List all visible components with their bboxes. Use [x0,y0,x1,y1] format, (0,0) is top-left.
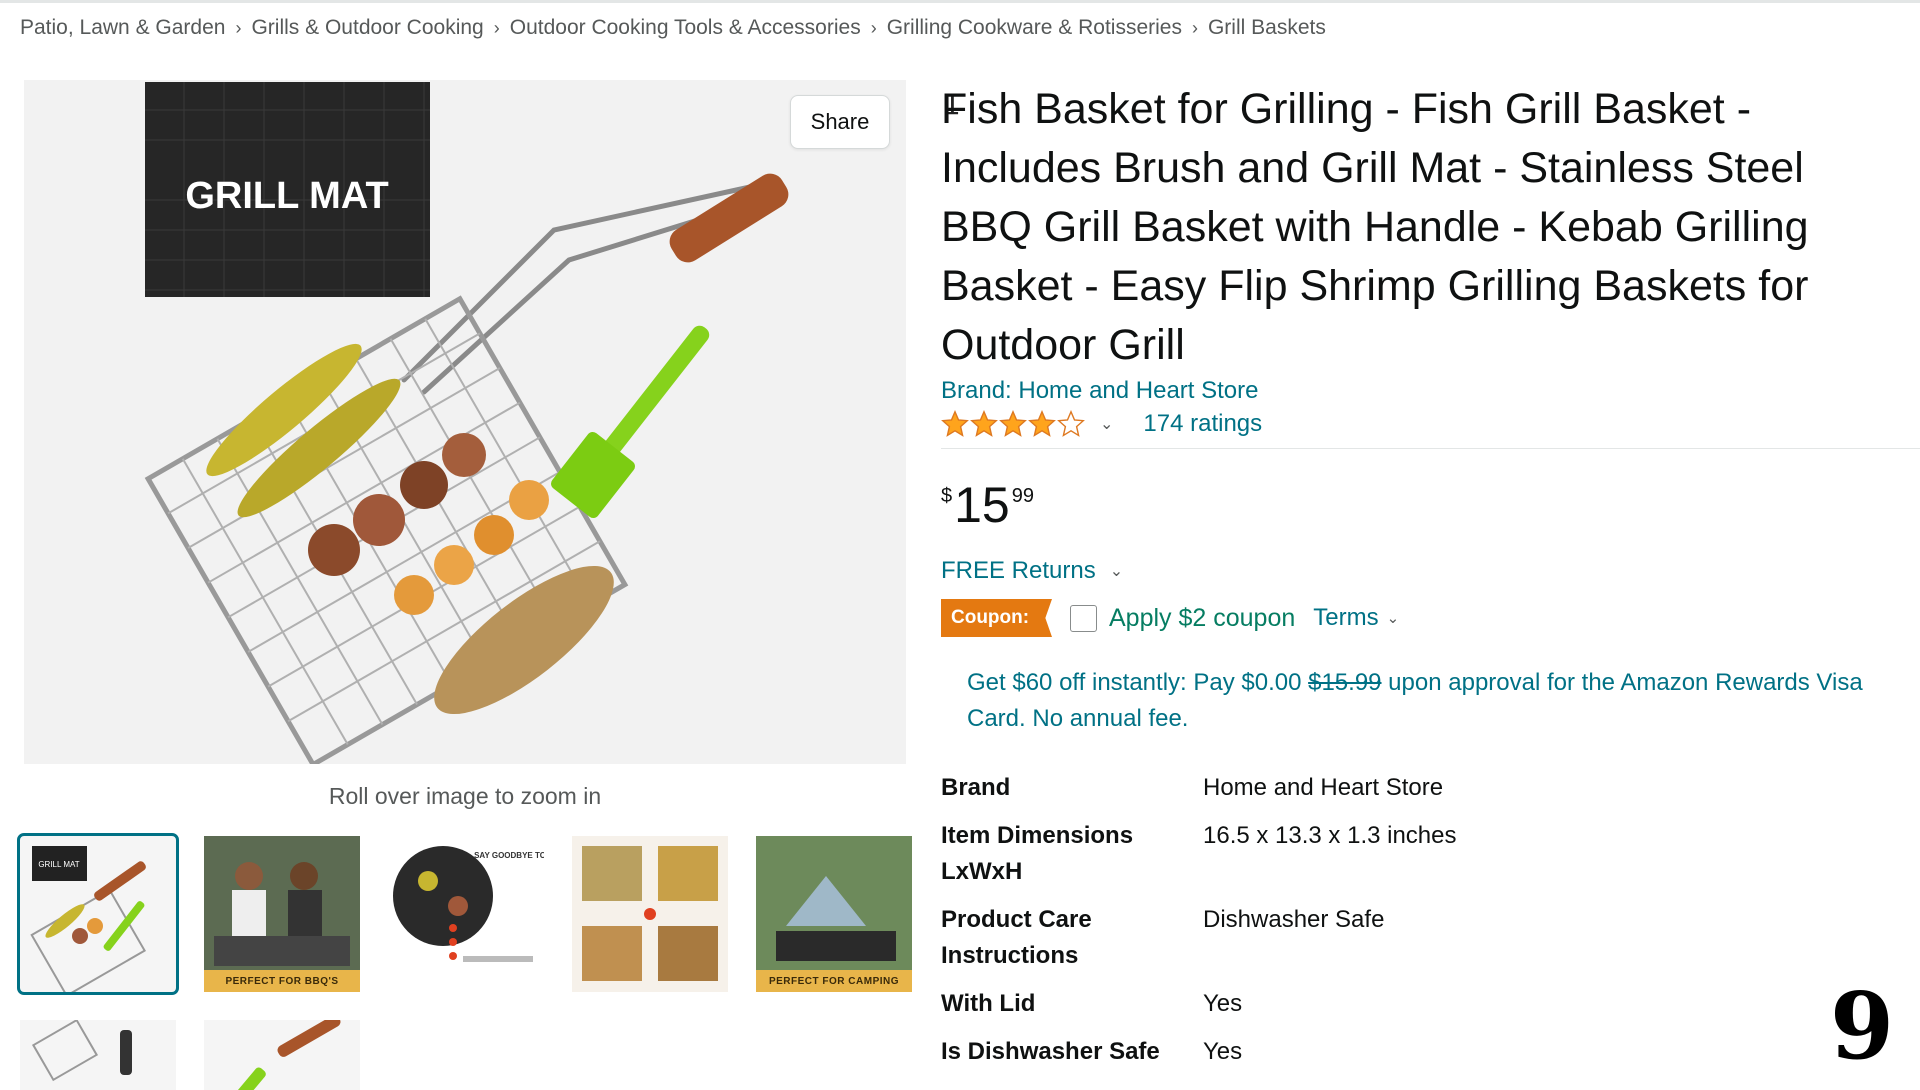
coupon-checkbox[interactable] [1070,604,1097,632]
breadcrumb: Patio, Lawn & Garden › Grills & Outdoor … [20,16,1326,40]
chevron-down-icon: ⌄ [1109,563,1124,580]
thumbnail-7[interactable] [204,1020,360,1090]
spec-key: Brand [941,774,1011,801]
star-rating[interactable] [941,410,1086,438]
breadcrumb-item-cookware[interactable]: Grilling Cookware & Rotisseries [887,16,1182,40]
rewards-card-promo[interactable]: Get $60 off instantly: Pay $0.00 $15.99 … [967,665,1897,737]
spec-value: Yes [1203,990,1243,1017]
spec-key: With Lid [941,990,1036,1017]
thumbnail-1-text: GRILL MAT [38,860,79,869]
thumbnail-1-image: GRILL MAT [30,846,147,992]
thumbnail-4-image [572,836,728,992]
thumbnail-6-image [20,1020,176,1090]
section-divider [941,448,1920,449]
price: $ 15 99 [941,477,1034,533]
brand-link[interactable]: Brand: Home and Heart Store [941,377,1259,405]
product-illustration: GRILL MAT [144,82,789,764]
terms-label: Terms [1313,604,1379,631]
star-icon [970,410,998,437]
apply-coupon-label[interactable]: Apply $2 coupon [1109,604,1295,633]
product-title: Fish Basket for Grilling - Fish Grill Ba… [941,85,1809,369]
thumbnail-5-caption: PERFECT FOR CAMPING [756,970,912,992]
thumbnail-7-image [204,1020,360,1090]
spec-value: Yes [1203,1038,1243,1065]
free-returns-label: FREE Returns [941,557,1096,584]
thumbnail-3[interactable]: SAY GOODBYE TO [388,836,544,992]
promo-prefix: Get $60 off instantly: Pay $0.00 [967,669,1309,696]
star-icon [1057,410,1085,437]
spec-value: Home and Heart Store [1203,774,1444,801]
main-product-image[interactable]: GRILL MAT [24,80,906,764]
chevron-down-icon[interactable]: ⌄ [1100,414,1113,434]
star-icon [999,410,1027,437]
thumbnail-4[interactable] [572,836,728,992]
spec-value: Dishwasher Safe [1203,906,1385,933]
breadcrumb-separator-icon: › [870,17,877,38]
star-icon [1028,410,1056,437]
thumbnail-2-caption: PERFECT FOR BBQ'S [204,970,360,992]
spec-key: Product Care Instructions [941,906,1092,969]
top-border [0,0,1920,3]
thumbnail-2[interactable]: PERFECT FOR BBQ'S [204,836,360,992]
breadcrumb-separator-icon: › [235,17,242,38]
breadcrumb-item-tools[interactable]: Outdoor Cooking Tools & Accessories [510,16,861,40]
spec-key: Is Dishwasher Safe [941,1038,1160,1065]
price-fraction: 99 [1011,485,1034,507]
rating-row: ⌄ 174 ratings [941,410,1262,438]
ratings-count-link[interactable]: 174 ratings [1143,410,1262,438]
chevron-down-icon: ⌄ [1386,610,1400,627]
promo-strike-price: $15.99 [1308,669,1382,696]
spec-value: 16.5 x 13.3 x 1.3 inches [1203,822,1457,849]
coupon-badge: Coupon: [941,599,1052,637]
thumbnail-5[interactable]: PERFECT FOR CAMPING [756,836,912,992]
thumbnail-3-text: SAY GOODBYE TO [474,851,544,860]
spec-key: Item Dimensions LxWxH [941,822,1134,885]
thumbnail-3-image: SAY GOODBYE TO [388,836,544,992]
price-symbol: $ [941,485,953,507]
price-whole: 15 [954,477,1010,533]
star-icon [941,410,969,437]
breadcrumb-item-baskets[interactable]: Grill Baskets [1208,16,1326,40]
breadcrumb-separator-icon: › [1191,17,1198,38]
free-returns-link[interactable]: FREE Returns ⌄ [941,557,1123,585]
thumbnail-2-image [204,836,360,992]
thumbnail-5-image [756,836,912,992]
thumbnail-6[interactable] [20,1020,176,1090]
coupon-row: Coupon: Apply $2 coupon Terms ⌄ [941,599,1399,637]
zoom-hint: Roll over image to zoom in [328,783,602,809]
share-button[interactable]: Share [790,95,890,149]
breadcrumb-separator-icon: › [493,17,500,38]
grill-mat-label: GRILL MAT [185,175,388,217]
breadcrumb-item-patio[interactable]: Patio, Lawn & Garden [20,16,225,40]
slide-number: 9 [1830,972,1895,1080]
thumbnail-1[interactable]: GRILL MAT [17,833,179,995]
breadcrumb-item-grills[interactable]: Grills & Outdoor Cooking [251,16,483,40]
terms-link[interactable]: Terms ⌄ [1313,604,1399,632]
